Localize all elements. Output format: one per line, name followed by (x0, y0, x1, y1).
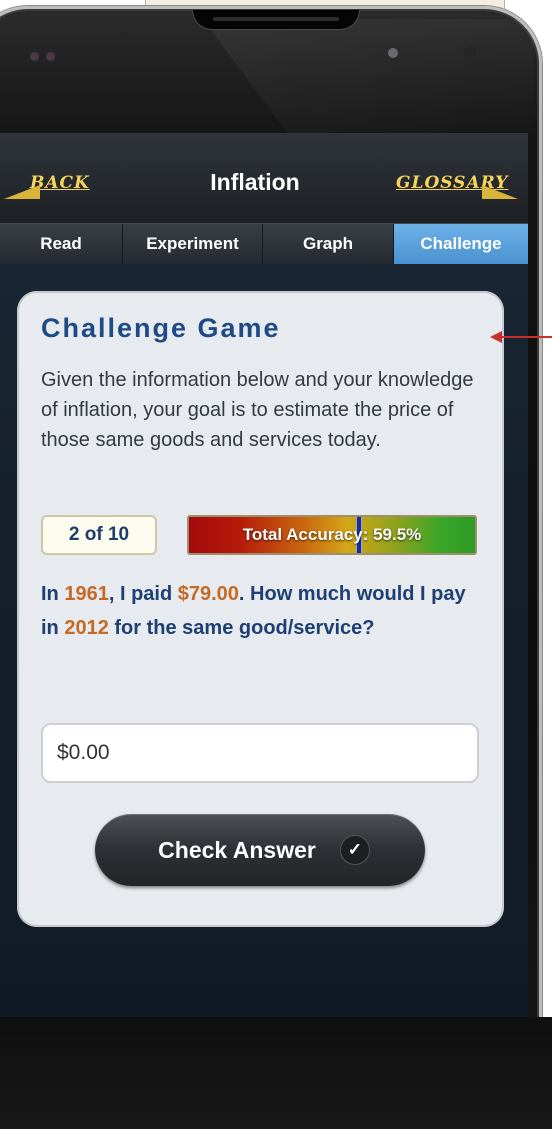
question-counter: 2 of 10 (41, 515, 157, 555)
challenge-card: Challenge Game Given the information bel… (17, 291, 504, 927)
annotation-arrow-line (500, 336, 552, 338)
nav-bar: BACK Inflation GLOSSARY (0, 133, 528, 223)
check-answer-label: Check Answer (158, 836, 316, 863)
phone-chin (0, 1017, 552, 1129)
app-screen: BACK Inflation GLOSSARY Read Experiment … (0, 133, 528, 1017)
phone-speaker (192, 10, 360, 30)
tab-challenge[interactable]: Challenge (394, 224, 528, 264)
glossary-wedge-icon (482, 185, 519, 199)
phone-sheen (203, 19, 533, 144)
proximity-sensor (388, 48, 398, 58)
stage: BACK Inflation GLOSSARY Read Experiment … (0, 0, 552, 1129)
tab-graph[interactable]: Graph (263, 224, 394, 264)
front-camera (464, 46, 476, 58)
check-answer-button[interactable]: Check Answer ✓ (95, 814, 425, 886)
question-year-from: 1961 (64, 583, 109, 605)
question-amount: $79.00 (177, 583, 239, 605)
question-year-to: 2012 (64, 617, 109, 639)
answer-input[interactable] (41, 723, 479, 783)
card-intro-text: Given the information below and your kno… (41, 369, 474, 451)
tab-bar: Read Experiment Graph Challenge (0, 223, 528, 264)
tab-experiment[interactable]: Experiment (123, 224, 263, 264)
accuracy-meter: Total Accuracy: 59.5% (187, 515, 477, 555)
checkmark-icon: ✓ (339, 835, 370, 865)
sensor-dot (46, 52, 55, 61)
card-title: Challenge Game (41, 313, 281, 343)
sensor-dot (30, 52, 39, 61)
glossary-button[interactable]: GLOSSARY (396, 173, 519, 203)
tab-read[interactable]: Read (0, 224, 123, 264)
accuracy-label: Total Accuracy: 59.5% (242, 525, 422, 544)
question-text: In 1961, I paid $79.00. How much would I… (41, 583, 466, 639)
annotation-arrow-icon (490, 331, 502, 343)
